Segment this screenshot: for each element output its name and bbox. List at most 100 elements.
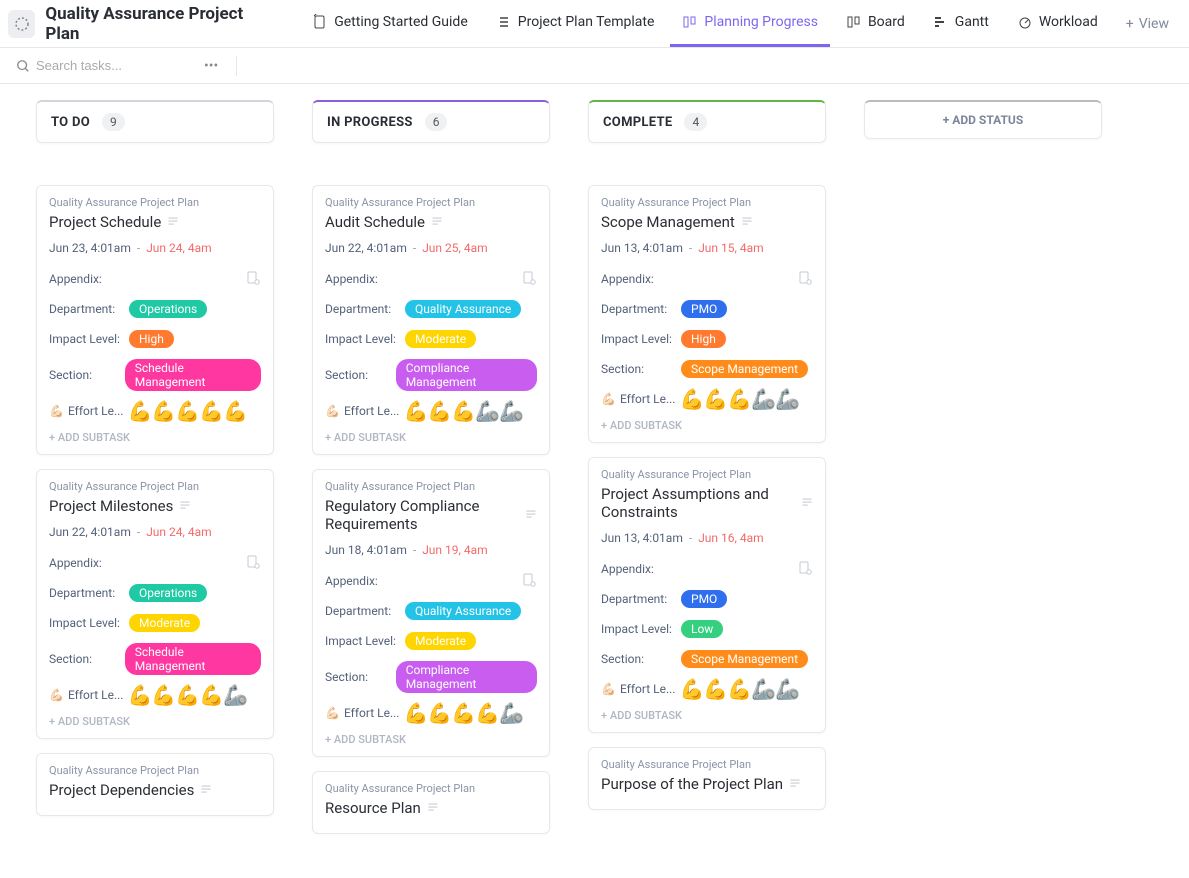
task-card[interactable]: Quality Assurance Project PlanResource P… [312, 771, 550, 834]
field-effort[interactable]: 💪🏻Effort Le...💪💪💪🦾🦾 [601, 679, 813, 699]
field-impact[interactable]: Impact Level:High [49, 329, 261, 349]
project-icon[interactable] [8, 10, 35, 38]
column-count: 9 [102, 113, 125, 131]
impact-pill[interactable]: High [129, 330, 174, 348]
field-section[interactable]: Section:Compliance Management [325, 661, 537, 693]
field-department[interactable]: Department:PMO [601, 589, 813, 609]
tab-project-plan-template[interactable]: Project Plan Template [484, 1, 667, 47]
field-section[interactable]: Section:Schedule Management [49, 359, 261, 391]
section-pill[interactable]: Scope Management [681, 360, 808, 378]
field-section[interactable]: Section:Schedule Management [49, 643, 261, 675]
section-pill[interactable]: Compliance Management [396, 661, 537, 693]
search-wrap[interactable] [16, 58, 186, 73]
impact-pill[interactable]: Low [681, 620, 723, 638]
section-pill[interactable]: Scope Management [681, 650, 808, 668]
field-department[interactable]: Department:Quality Assurance [325, 601, 537, 621]
field-appendix[interactable]: Appendix: [49, 269, 261, 289]
department-pill[interactable]: Operations [129, 300, 207, 318]
task-card[interactable]: Quality Assurance Project PlanProject As… [588, 457, 826, 733]
field-impact[interactable]: Impact Level:Moderate [325, 329, 537, 349]
card-title[interactable]: Purpose of the Project Plan [601, 775, 783, 793]
field-appendix[interactable]: Appendix: [601, 559, 813, 579]
field-effort[interactable]: 💪🏻Effort Le...💪💪💪💪🦾 [325, 703, 537, 723]
field-department[interactable]: Department:PMO [601, 299, 813, 319]
date-separator: - [413, 241, 416, 255]
card-title[interactable]: Project Schedule [49, 213, 161, 231]
impact-pill[interactable]: High [681, 330, 726, 348]
task-card[interactable]: Quality Assurance Project PlanAudit Sche… [312, 185, 550, 455]
card-title[interactable]: Scope Management [601, 213, 735, 231]
department-pill[interactable]: PMO [681, 590, 727, 608]
tab-planning-progress[interactable]: Planning Progress [670, 1, 830, 47]
field-department[interactable]: Department:Operations [49, 299, 261, 319]
field-department[interactable]: Department:Quality Assurance [325, 299, 537, 319]
department-pill[interactable]: Quality Assurance [405, 300, 521, 318]
tab-workload[interactable]: Workload [1005, 1, 1110, 47]
task-card[interactable]: Quality Assurance Project PlanProject De… [36, 753, 274, 816]
field-label: Impact Level: [325, 634, 405, 648]
column-header[interactable]: TO DO9 [36, 100, 274, 143]
card-date-row[interactable]: Jun 13, 4:01am-Jun 16, 4am [601, 531, 813, 545]
project-title[interactable]: Quality Assurance Project Plan [45, 4, 276, 44]
field-appendix[interactable]: Appendix: [325, 269, 537, 289]
add-view-button[interactable]: + View [1114, 16, 1181, 32]
add-subtask-button[interactable]: + ADD SUBTASK [49, 711, 261, 732]
impact-pill[interactable]: Moderate [405, 330, 476, 348]
tab-gantt[interactable]: Gantt [921, 1, 1001, 47]
field-appendix[interactable]: Appendix: [49, 553, 261, 573]
card-title[interactable]: Regulatory Compliance Requirements [325, 497, 519, 533]
field-department[interactable]: Department:Operations [49, 583, 261, 603]
field-effort[interactable]: 💪🏻Effort Le...💪💪💪💪💪 [49, 401, 261, 421]
field-section[interactable]: Section:Scope Management [601, 359, 813, 379]
effort-value: 💪💪💪💪🦾 [403, 703, 523, 723]
card-title[interactable]: Audit Schedule [325, 213, 425, 231]
card-date-row[interactable]: Jun 22, 4:01am-Jun 25, 4am [325, 241, 537, 255]
column-header[interactable]: IN PROGRESS6 [312, 100, 550, 143]
more-button[interactable]: ••• [196, 58, 226, 74]
card-date-row[interactable]: Jun 22, 4:01am-Jun 24, 4am [49, 525, 261, 539]
add-subtask-button[interactable]: + ADD SUBTASK [601, 705, 813, 726]
card-title[interactable]: Project Milestones [49, 497, 173, 515]
card-title[interactable]: Project Dependencies [49, 781, 194, 799]
search-input[interactable] [36, 58, 186, 73]
tab-getting-started[interactable]: Getting Started Guide [300, 1, 480, 47]
field-effort[interactable]: 💪🏻Effort Le...💪💪💪💪🦾 [49, 685, 261, 705]
field-section[interactable]: Section:Compliance Management [325, 359, 537, 391]
card-title[interactable]: Project Assumptions and Constraints [601, 485, 795, 521]
impact-pill[interactable]: Moderate [129, 614, 200, 632]
section-pill[interactable]: Compliance Management [396, 359, 537, 391]
add-subtask-button[interactable]: + ADD SUBTASK [49, 427, 261, 448]
field-appendix[interactable]: Appendix: [325, 571, 537, 591]
field-impact[interactable]: Impact Level:Low [601, 619, 813, 639]
description-icon [525, 508, 537, 523]
field-impact[interactable]: Impact Level:Moderate [325, 631, 537, 651]
card-date-row[interactable]: Jun 13, 4:01am-Jun 15, 4am [601, 241, 813, 255]
board-pin-icon [682, 14, 698, 30]
field-impact[interactable]: Impact Level:High [601, 329, 813, 349]
department-pill[interactable]: PMO [681, 300, 727, 318]
card-date-row[interactable]: Jun 23, 4:01am-Jun 24, 4am [49, 241, 261, 255]
field-section[interactable]: Section:Scope Management [601, 649, 813, 669]
add-subtask-button[interactable]: + ADD SUBTASK [325, 427, 537, 448]
add-status-button[interactable]: + ADD STATUS [864, 100, 1102, 139]
task-card[interactable]: Quality Assurance Project PlanPurpose of… [588, 747, 826, 810]
tab-board[interactable]: Board [834, 1, 917, 47]
field-effort[interactable]: 💪🏻Effort Le...💪💪💪🦾🦾 [601, 389, 813, 409]
task-card[interactable]: Quality Assurance Project PlanScope Mana… [588, 185, 826, 443]
field-effort[interactable]: 💪🏻Effort Le...💪💪💪🦾🦾 [325, 401, 537, 421]
card-title[interactable]: Resource Plan [325, 799, 421, 817]
section-pill[interactable]: Schedule Management [125, 643, 261, 675]
field-appendix[interactable]: Appendix: [601, 269, 813, 289]
task-card[interactable]: Quality Assurance Project PlanRegulatory… [312, 469, 550, 757]
task-card[interactable]: Quality Assurance Project PlanProject Sc… [36, 185, 274, 455]
section-pill[interactable]: Schedule Management [125, 359, 261, 391]
department-pill[interactable]: Quality Assurance [405, 602, 521, 620]
add-subtask-button[interactable]: + ADD SUBTASK [601, 415, 813, 436]
field-impact[interactable]: Impact Level:Moderate [49, 613, 261, 633]
card-date-row[interactable]: Jun 18, 4:01am-Jun 19, 4am [325, 543, 537, 557]
task-card[interactable]: Quality Assurance Project PlanProject Mi… [36, 469, 274, 739]
impact-pill[interactable]: Moderate [405, 632, 476, 650]
add-subtask-button[interactable]: + ADD SUBTASK [325, 729, 537, 750]
department-pill[interactable]: Operations [129, 584, 207, 602]
column-header[interactable]: COMPLETE4 [588, 100, 826, 143]
